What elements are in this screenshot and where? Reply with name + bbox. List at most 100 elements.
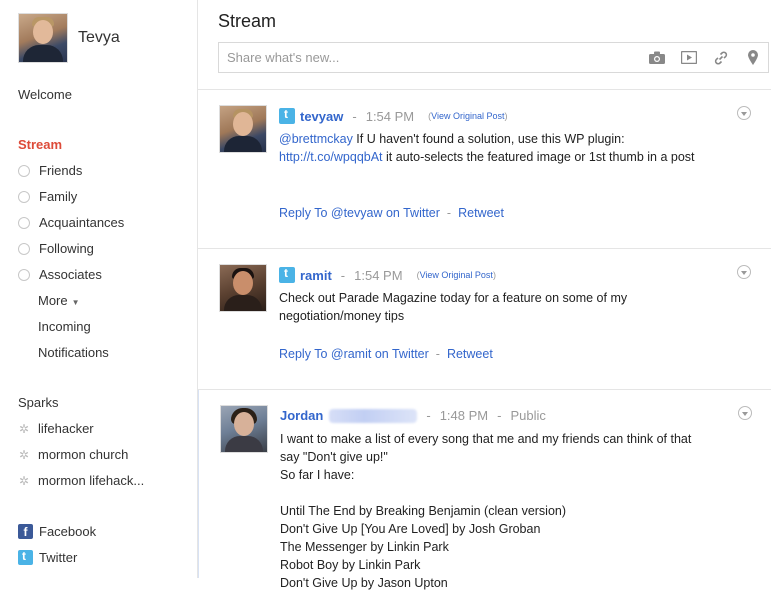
- circle-icon: [18, 216, 30, 229]
- circle-item-acquaintances[interactable]: Acquaintances: [18, 215, 124, 230]
- post-line: I want to make a list of every song that…: [280, 432, 692, 464]
- post-line: So far I have:: [280, 468, 355, 482]
- post-author[interactable]: Jordan: [280, 408, 323, 423]
- twitter-icon: [279, 107, 295, 124]
- circle-item-family[interactable]: Family: [18, 189, 77, 204]
- nav-stream[interactable]: Stream: [18, 137, 62, 152]
- redacted-name: [329, 408, 418, 423]
- share-box[interactable]: [218, 42, 769, 73]
- chevron-down-icon: ▼: [71, 298, 80, 307]
- circle-icon: [18, 190, 30, 203]
- stream-post: tevyaw - 1:54 PM (View Original Post) @b…: [198, 90, 771, 249]
- spark-label: mormon church: [38, 447, 129, 462]
- page-title: Stream: [218, 11, 277, 31]
- social-facebook[interactable]: f Facebook: [18, 524, 96, 539]
- sparks-heading: Sparks: [18, 395, 59, 410]
- video-icon[interactable]: [680, 49, 698, 67]
- profile-name[interactable]: Tevya: [78, 29, 120, 47]
- circle-label: Friends: [39, 163, 83, 178]
- circle-item-following[interactable]: Following: [18, 241, 94, 256]
- header-separator: -: [497, 408, 502, 423]
- post-line: Until The End by Breaking Benjamin (clea…: [280, 504, 567, 518]
- action-separator: -: [446, 206, 452, 220]
- circle-label: Family: [39, 189, 78, 204]
- nav-incoming[interactable]: Incoming: [38, 319, 91, 334]
- header-separator: -: [426, 408, 431, 423]
- social-twitter[interactable]: Twitter: [18, 549, 78, 565]
- post-header: ramit - 1:54 PM (View Original Post): [279, 266, 496, 283]
- location-pin-icon[interactable]: [744, 49, 762, 67]
- stream-post: ramit - 1:54 PM (View Original Post) Che…: [198, 249, 771, 390]
- twitter-icon: [279, 266, 295, 283]
- avatar[interactable]: [219, 105, 267, 153]
- post-line: [280, 484, 700, 502]
- circle-label: Associates: [39, 267, 102, 282]
- post-author[interactable]: tevyaw: [300, 109, 343, 124]
- spark-icon: ✲: [18, 421, 30, 436]
- reply-button[interactable]: Reply To @tevyaw on Twitter: [279, 206, 440, 220]
- spark-item-mormon-lifehack[interactable]: ✲ mormon lifehack...: [18, 473, 144, 488]
- social-label: Facebook: [39, 524, 97, 539]
- nav-more-label: More: [38, 293, 68, 308]
- paren: ): [492, 270, 496, 280]
- post-header: Jordan - 1:48 PM - Public: [280, 408, 546, 423]
- url-link[interactable]: http://t.co/wpqqbAt: [279, 150, 383, 164]
- action-separator: -: [435, 347, 440, 361]
- circle-item-associates[interactable]: Associates: [18, 267, 102, 282]
- circle-label: Following: [39, 241, 94, 256]
- avatar[interactable]: [220, 405, 268, 453]
- post-body: @brettmckay If U haven't found a solutio…: [279, 130, 699, 166]
- post-line: The Messenger by Linkin Park: [280, 540, 449, 554]
- post-body: Check out Parade Magazine today for a fe…: [279, 291, 628, 323]
- spark-icon: ✲: [18, 447, 30, 462]
- nav-welcome[interactable]: Welcome: [18, 87, 72, 102]
- post-line: Robot Boy by Linkin Park: [280, 558, 421, 572]
- spark-label: lifehacker: [38, 421, 94, 436]
- post-actions: Reply To @tevyaw on Twitter - Retweet: [279, 206, 504, 220]
- circle-icon: [18, 164, 30, 177]
- visibility-label[interactable]: Public: [510, 408, 545, 423]
- circle-icon: [18, 242, 30, 255]
- circle-icon: [18, 268, 30, 281]
- spark-item-lifehacker[interactable]: ✲ lifehacker: [18, 421, 94, 436]
- retweet-button[interactable]: Retweet: [447, 347, 493, 361]
- post-menu-chevron-icon[interactable]: [738, 406, 752, 420]
- stream-post: Jordan - 1:48 PM - Public I want to make…: [198, 390, 771, 590]
- view-original-link[interactable]: View Original Post: [431, 111, 504, 121]
- spark-item-mormon-church[interactable]: ✲ mormon church: [18, 447, 128, 462]
- post-line: Don't Give Up by Jason Upton: [280, 576, 448, 590]
- post-time[interactable]: 1:54 PM: [354, 268, 402, 283]
- camera-icon[interactable]: [648, 49, 666, 67]
- nav-more[interactable]: More ▼: [38, 293, 80, 308]
- header-separator: -: [340, 267, 346, 283]
- post-header: tevyaw - 1:54 PM (View Original Post): [279, 107, 508, 124]
- view-original-link[interactable]: View Original Post: [420, 270, 493, 280]
- paren: ): [504, 111, 508, 121]
- twitter-icon: [18, 549, 33, 565]
- nav-notifications[interactable]: Notifications: [38, 345, 109, 360]
- sidebar: Tevya Welcome Stream Friends Family Acqu…: [0, 0, 198, 578]
- post-time[interactable]: 1:48 PM: [440, 408, 488, 423]
- view-original: (View Original Post): [428, 111, 507, 121]
- post-menu-chevron-icon[interactable]: [737, 265, 751, 279]
- post-text: If U haven't found a solution, use this …: [352, 132, 625, 146]
- mention-link[interactable]: @brettmckay: [279, 132, 353, 146]
- post-time[interactable]: 1:54 PM: [366, 109, 414, 124]
- social-label: Twitter: [39, 550, 78, 565]
- post-menu-chevron-icon[interactable]: [737, 106, 751, 120]
- profile-header[interactable]: Tevya: [18, 13, 120, 63]
- retweet-button[interactable]: Retweet: [458, 206, 504, 220]
- avatar[interactable]: [18, 13, 68, 63]
- avatar[interactable]: [219, 264, 267, 312]
- reply-button[interactable]: Reply To @ramit on Twitter: [279, 347, 429, 361]
- main-stream: Stream tevyaw - 1:54 PM (View Orig: [198, 0, 771, 590]
- link-icon[interactable]: [712, 49, 730, 67]
- share-input[interactable]: [219, 43, 615, 72]
- circle-item-friends[interactable]: Friends: [18, 163, 82, 178]
- post-author[interactable]: ramit: [300, 268, 332, 283]
- post-actions: Reply To @ramit on Twitter - Retweet: [279, 347, 493, 361]
- facebook-icon: f: [18, 524, 33, 539]
- share-toolbar: [634, 43, 762, 72]
- post-text: it auto-selects the featured image or 1s…: [382, 150, 695, 164]
- post-body: I want to make a list of every song that…: [280, 430, 700, 592]
